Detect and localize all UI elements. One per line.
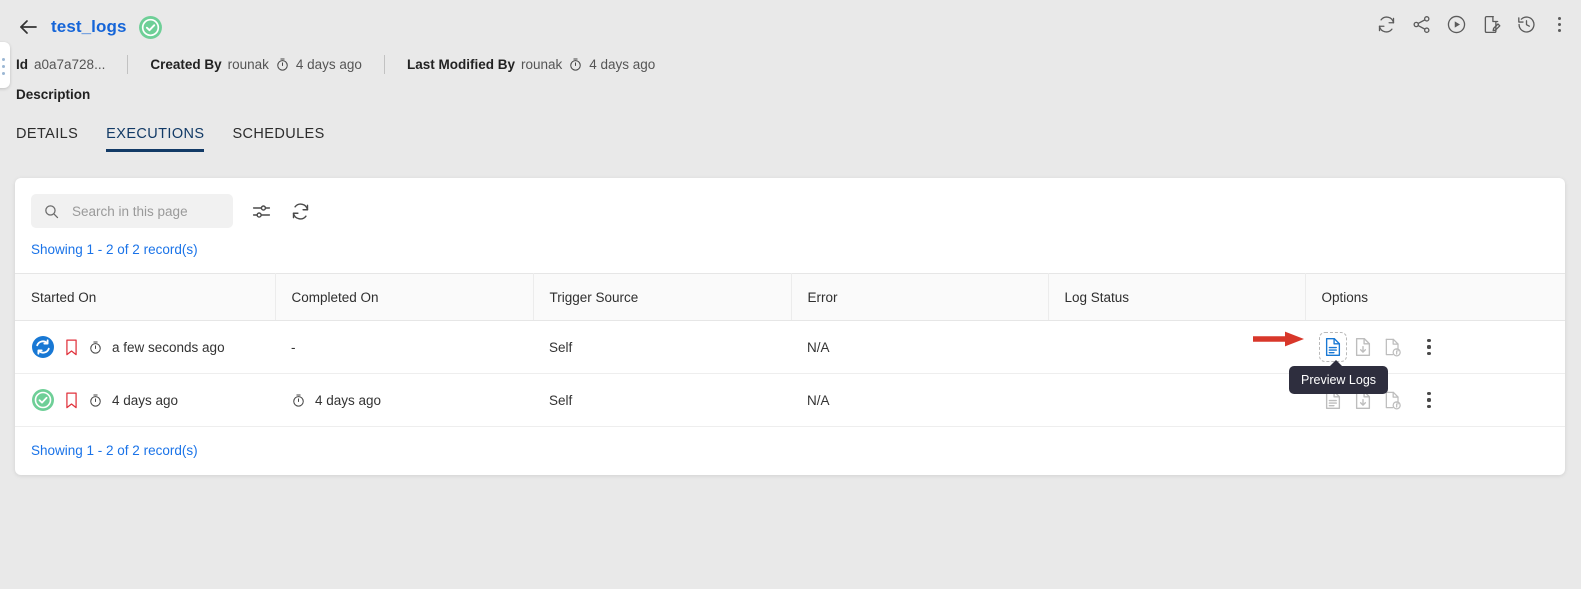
table-header-row: Started On Completed On Trigger Source E… (15, 273, 1565, 321)
filter-settings-icon[interactable] (251, 201, 272, 222)
clock-icon (90, 394, 101, 407)
executions-card: Showing 1 - 2 of 2 record(s) Started On … (15, 178, 1565, 475)
share-icon[interactable] (1411, 14, 1432, 35)
clock-icon (90, 341, 101, 354)
meta-created-at: 4 days ago (295, 56, 362, 72)
metadata-row: Id a0a7a728... Created By rounak 4 days … (16, 54, 1561, 74)
cell-completed-on: 4 days ago (275, 373, 533, 427)
kebab-dot (1557, 17, 1561, 20)
column-header-options[interactable]: Options (1305, 273, 1565, 321)
kebab-dot (1427, 398, 1431, 402)
cell-started-on: 4 days ago (15, 373, 275, 427)
kebab-dot (1427, 345, 1431, 349)
meta-last-modified: Last Modified By rounak 4 days ago (407, 57, 655, 72)
bookmark-outline-icon[interactable] (64, 338, 79, 357)
kebab-dot (1427, 405, 1431, 409)
cell-log-status (1048, 373, 1305, 427)
meta-id: Id a0a7a728... (16, 57, 105, 72)
page-header: test_logs Id a0a7a728... Created By roun… (0, 0, 1581, 102)
cell-log-status (1048, 320, 1305, 374)
completed-on-value: - (291, 339, 296, 355)
kebab-dot (1427, 391, 1431, 395)
clock-icon (277, 58, 288, 71)
title-row: test_logs (16, 12, 1561, 42)
tab-executions[interactable]: EXECUTIONS (106, 126, 205, 152)
search-input[interactable] (70, 202, 221, 220)
record-count-bottom[interactable]: Showing 1 - 2 of 2 record(s) (15, 427, 1565, 475)
log-info-icon[interactable] (1383, 336, 1403, 358)
clock-icon (570, 58, 581, 71)
cell-started-on: a few seconds ago (15, 320, 275, 374)
meta-last-modified-label: Last Modified By (406, 56, 515, 72)
executions-table: Started On Completed On Trigger Source E… (15, 273, 1565, 427)
column-header-trigger-source[interactable]: Trigger Source (533, 273, 792, 321)
meta-id-label: Id (16, 56, 28, 72)
page-title[interactable]: test_logs (51, 17, 127, 37)
record-count-top[interactable]: Showing 1 - 2 of 2 record(s) (15, 228, 1565, 273)
refresh-icon[interactable] (1376, 14, 1397, 35)
kebab-dot (1427, 352, 1431, 356)
column-header-completed-on[interactable]: Completed On (275, 273, 534, 321)
started-on-value: a few seconds ago (112, 339, 225, 355)
meta-last-modified-value: rounak (520, 56, 563, 72)
kebab-dot (1557, 29, 1561, 32)
edit-document-icon[interactable] (1481, 14, 1502, 35)
cell-trigger-source: Self (533, 320, 791, 374)
cell-error: N/A (791, 373, 1048, 427)
more-options-icon[interactable] (1551, 14, 1567, 35)
meta-divider (127, 54, 129, 74)
search-box[interactable] (31, 194, 233, 228)
kebab-dot (1557, 23, 1561, 26)
row-more-options-icon[interactable] (1421, 336, 1437, 358)
download-logs-icon[interactable] (1353, 336, 1373, 358)
started-on-value: 4 days ago (112, 392, 179, 408)
cell-trigger-source: Self (533, 373, 791, 427)
back-arrow-icon[interactable] (16, 15, 40, 39)
clock-icon (293, 394, 304, 407)
running-sync-icon (32, 336, 54, 358)
meta-created-by-value: rounak (227, 56, 269, 72)
cell-completed-on: - (275, 320, 533, 374)
tab-bar: DETAILS EXECUTIONS SCHEDULES (0, 122, 1581, 152)
success-check-icon (32, 389, 54, 411)
meta-created-by: Created By rounak 4 days ago (150, 57, 362, 72)
history-icon[interactable] (1516, 14, 1537, 35)
tab-details[interactable]: DETAILS (16, 126, 78, 152)
meta-id-value: a0a7a728... (34, 56, 106, 72)
tab-schedules[interactable]: SCHEDULES (232, 126, 324, 152)
description-label: Description (16, 87, 91, 102)
meta-divider (383, 54, 385, 74)
search-icon (45, 204, 59, 218)
table-toolbar (15, 178, 1565, 228)
preview-logs-tooltip: Preview Logs (1289, 360, 1389, 394)
completed-on-value: 4 days ago (315, 392, 382, 408)
success-check-icon (138, 15, 162, 39)
header-actions (1376, 14, 1567, 35)
column-header-error[interactable]: Error (791, 273, 1049, 321)
column-header-started-on[interactable]: Started On (15, 273, 276, 321)
cell-error: N/A (791, 320, 1048, 374)
kebab-dot (1427, 338, 1431, 342)
column-header-log-status[interactable]: Log Status (1048, 273, 1306, 321)
meta-created-by-label: Created By (150, 56, 222, 72)
refresh-icon[interactable] (290, 201, 311, 222)
meta-last-modified-at: 4 days ago (589, 56, 656, 72)
run-icon[interactable] (1446, 14, 1467, 35)
bookmark-outline-icon[interactable] (64, 391, 79, 410)
row-more-options-icon[interactable] (1421, 389, 1437, 411)
preview-logs-icon[interactable] (1319, 332, 1347, 362)
